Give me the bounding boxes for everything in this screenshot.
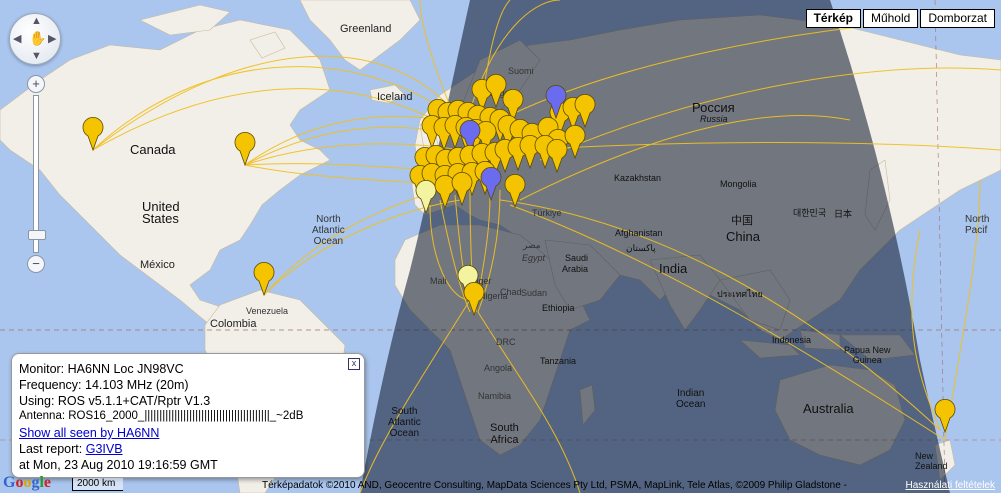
info-timestamp: at Mon, 23 Aug 2010 19:16:59 GMT [19, 458, 218, 472]
info-frequency: Frequency: 14.103 MHz (20m) [19, 378, 189, 392]
show-all-link[interactable]: Show all seen by HA6NN [19, 426, 159, 440]
station-pin-icon[interactable] [934, 398, 956, 434]
pan-left-icon[interactable]: ◀ [13, 32, 21, 45]
station-pin-icon[interactable] [480, 166, 502, 202]
pan-down-icon[interactable]: ▼ [31, 50, 42, 62]
map-footer: Google 2000 km Térképadatok ©2010 AND, G… [0, 474, 1001, 493]
logo-letter: e [43, 474, 52, 491]
logo-letter: G [3, 474, 16, 491]
info-last-report: Last report: G3IVB [19, 442, 123, 456]
station-pin-icon[interactable] [574, 93, 596, 129]
station-pin-icon[interactable] [82, 116, 104, 152]
map-type-terrain-button[interactable]: Domborzat [920, 9, 995, 28]
pan-up-icon[interactable]: ▲ [31, 15, 42, 27]
station-pin-icon[interactable] [463, 281, 485, 317]
station-info-window: x Monitor: HA6NN Loc JN98VC Frequency: 1… [11, 353, 365, 478]
station-pin-icon[interactable] [253, 261, 275, 297]
scale-bar: 2000 km [72, 478, 124, 491]
station-pin-icon[interactable] [234, 131, 256, 167]
map-type-control: Térkép Műhold Domborzat [804, 9, 995, 28]
station-pin-icon[interactable] [546, 138, 568, 174]
zoom-control: + − [27, 75, 46, 273]
station-pin-icon[interactable] [451, 171, 473, 207]
station-pin-icon[interactable] [504, 173, 526, 209]
google-logo[interactable]: Google [3, 474, 51, 492]
info-antenna: Antenna: ROS16_2000_||||||||||||||||||||… [19, 410, 304, 422]
last-report-call-link[interactable]: G3IVB [86, 442, 123, 456]
zoom-slider-handle[interactable] [28, 230, 46, 240]
station-pin-icon[interactable] [415, 179, 437, 215]
map-type-map-button[interactable]: Térkép [805, 9, 861, 28]
close-icon[interactable]: x [348, 358, 360, 370]
pan-right-icon[interactable]: ▶ [48, 32, 56, 45]
station-pin-icon[interactable] [564, 124, 586, 160]
info-using: Using: ROS v5.1.1+CAT/Rptr V1.3 [19, 394, 211, 408]
info-monitor: Monitor: HA6NN Loc JN98VC [19, 362, 184, 376]
last-report-label: Last report: [19, 442, 83, 456]
zoom-in-button[interactable]: + [27, 75, 45, 93]
pan-control: ▲ ▼ ◀ ▶ ✋ [9, 13, 61, 65]
terms-link[interactable]: Használati feltételek [906, 480, 996, 491]
hand-icon[interactable]: ✋ [29, 30, 46, 47]
map-type-satellite-button[interactable]: Műhold [862, 9, 919, 28]
zoom-out-button[interactable]: − [27, 255, 45, 273]
copyright-text: Térképadatok ©2010 AND, Geocentre Consul… [262, 480, 847, 491]
